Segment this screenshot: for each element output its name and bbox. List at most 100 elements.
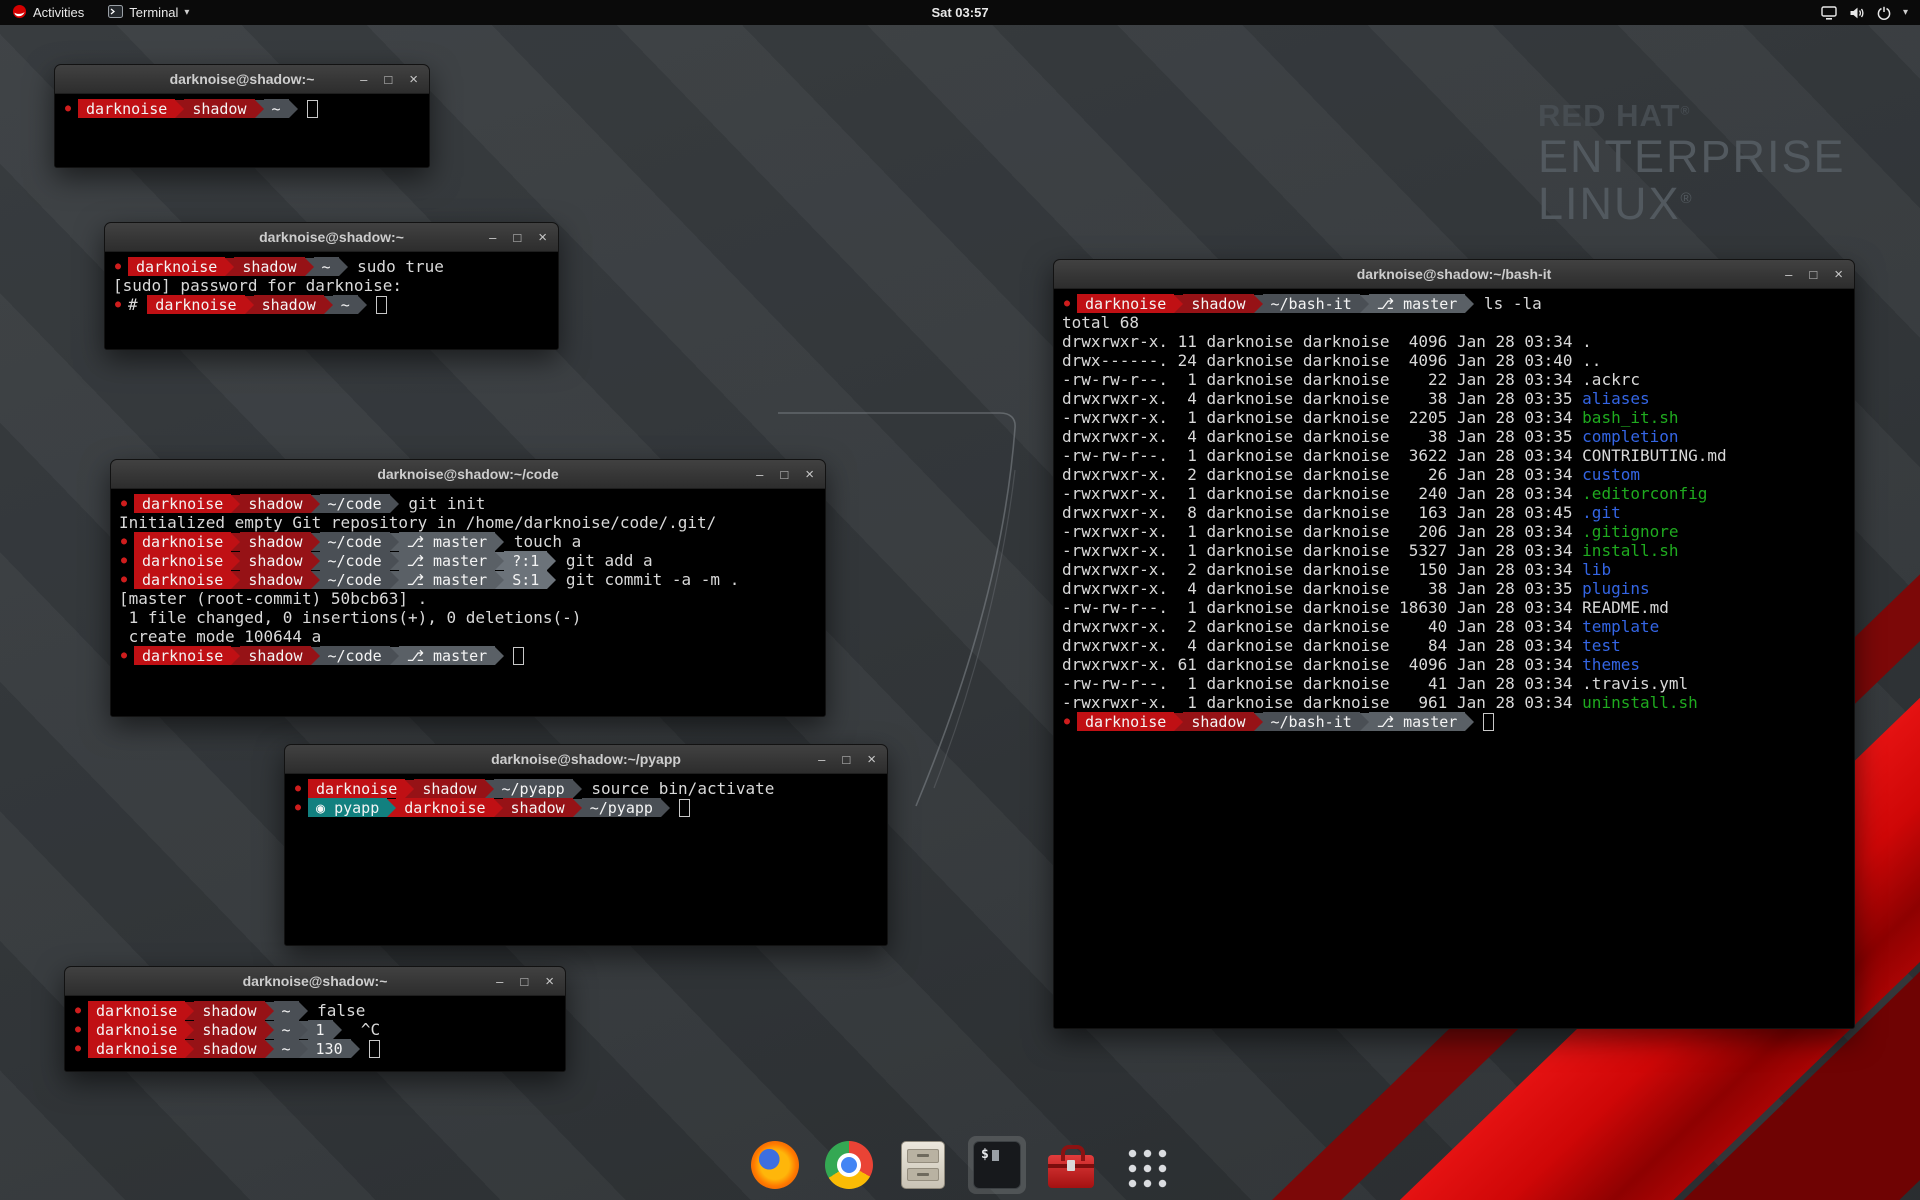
dock-toolbox-icon[interactable] bbox=[1042, 1136, 1100, 1194]
clock[interactable]: Sat 03:57 bbox=[0, 5, 1920, 20]
maximize-button[interactable]: □ bbox=[520, 975, 528, 988]
window-titlebar[interactable]: darknoise@shadow:~/bash-it – □ × bbox=[1054, 260, 1854, 289]
close-button[interactable]: × bbox=[1834, 267, 1843, 282]
terminal-cursor bbox=[376, 296, 387, 314]
close-button[interactable]: × bbox=[538, 230, 547, 245]
terminal-text: [master (root-commit) 50bcb63] . bbox=[119, 589, 427, 608]
minimize-button[interactable]: – bbox=[818, 753, 825, 766]
powerline-arrow-icon bbox=[1254, 295, 1263, 313]
minimize-button[interactable]: – bbox=[756, 468, 763, 481]
prompt-segment-user: darknoise bbox=[1077, 712, 1174, 731]
powerline-arrow-icon bbox=[245, 296, 254, 314]
close-button[interactable]: × bbox=[545, 974, 554, 989]
terminal-window[interactable]: darknoise@shadow:~ – □ × ●darknoiseshado… bbox=[54, 64, 430, 168]
terminal-window[interactable]: darknoise@shadow:~ – □ × ●darknoiseshado… bbox=[64, 966, 566, 1072]
terminal-line: ●darknoiseshadow~ bbox=[63, 99, 421, 118]
terminal-text: drwxrwxr-x. 4 darknoise darknoise 38 Jan… bbox=[1062, 427, 1582, 446]
dock-files-icon[interactable] bbox=[894, 1136, 952, 1194]
maximize-button[interactable]: □ bbox=[842, 753, 850, 766]
maximize-button[interactable]: □ bbox=[1809, 268, 1817, 281]
dock-terminal-icon[interactable]: $ bbox=[968, 1136, 1026, 1194]
terminal-line: -rwxrwxr-x. 1 darknoise darknoise 240 Ja… bbox=[1062, 484, 1846, 503]
powerline-arrow-icon bbox=[390, 552, 399, 570]
power-icon[interactable] bbox=[1877, 6, 1891, 20]
terminal-content[interactable]: ●darknoiseshadow~/pyapp source bin/activ… bbox=[285, 774, 887, 945]
terminal-line: drwxrwxr-x. 11 darknoise darknoise 4096 … bbox=[1062, 332, 1846, 351]
terminal-text: total 68 bbox=[1062, 313, 1139, 332]
powerline-arrow-icon bbox=[390, 647, 399, 665]
maximize-button[interactable]: □ bbox=[780, 468, 788, 481]
terminal-window[interactable]: darknoise@shadow:~/bash-it – □ × ●darkno… bbox=[1053, 259, 1855, 1029]
terminal-content[interactable]: ●darknoiseshadow~ bbox=[55, 94, 429, 167]
display-icon[interactable] bbox=[1821, 6, 1837, 20]
maximize-button[interactable]: □ bbox=[513, 231, 521, 244]
powerline-arrow-icon bbox=[358, 296, 367, 314]
dock-show-applications-icon[interactable] bbox=[1116, 1136, 1174, 1194]
close-button[interactable]: × bbox=[409, 72, 418, 87]
minimize-button[interactable]: – bbox=[1785, 268, 1792, 281]
window-title: darknoise@shadow:~ bbox=[259, 229, 404, 245]
powerline-arrow-icon bbox=[495, 533, 504, 551]
window-titlebar[interactable]: darknoise@shadow:~ – □ × bbox=[65, 967, 565, 996]
terminal-line: -rw-rw-r--. 1 darknoise darknoise 18630 … bbox=[1062, 598, 1846, 617]
terminal-line: drwxrwxr-x. 4 darknoise darknoise 38 Jan… bbox=[1062, 579, 1846, 598]
prompt-segment-branch: ⎇ master bbox=[399, 646, 496, 665]
window-titlebar[interactable]: darknoise@shadow:~/pyapp – □ × bbox=[285, 745, 887, 774]
brand-redhat: RED HAT® bbox=[1538, 98, 1846, 134]
powerline-arrow-icon bbox=[231, 647, 240, 665]
terminal-window[interactable]: darknoise@shadow:~ – □ × ●darknoiseshado… bbox=[104, 222, 559, 350]
powerline-arrow-icon bbox=[175, 100, 184, 118]
powerline-arrow-icon bbox=[661, 799, 670, 817]
prompt-segment-branch: ⎇ master bbox=[399, 551, 496, 570]
terminal-text: drwxrwxr-x. 8 darknoise darknoise 163 Ja… bbox=[1062, 503, 1582, 522]
window-titlebar[interactable]: darknoise@shadow:~ – □ × bbox=[105, 223, 558, 252]
prompt-segment-host: shadow bbox=[240, 646, 310, 665]
maximize-button[interactable]: □ bbox=[384, 73, 392, 86]
terminal-window[interactable]: darknoise@shadow:~/code – □ × ●darknoise… bbox=[110, 459, 826, 717]
window-titlebar[interactable]: darknoise@shadow:~/code – □ × bbox=[111, 460, 825, 489]
prompt-segment-exit: 130 bbox=[308, 1039, 351, 1058]
powerline-arrow-icon bbox=[485, 780, 494, 798]
terminal-text: -rwxrwxr-x. 1 darknoise darknoise 961 Ja… bbox=[1062, 693, 1582, 712]
dock-firefox-icon[interactable] bbox=[746, 1136, 804, 1194]
minimize-button[interactable]: – bbox=[489, 231, 496, 244]
powerline-arrow-icon bbox=[1360, 295, 1369, 313]
prompt-segment-host: shadow bbox=[240, 532, 310, 551]
terminal-text: drwxrwxr-x. 2 darknoise darknoise 150 Ja… bbox=[1062, 560, 1582, 579]
terminal-window[interactable]: darknoise@shadow:~/pyapp – □ × ●darknois… bbox=[284, 744, 888, 946]
prompt-segment-branch: ⎇ master bbox=[399, 532, 496, 551]
dock: $ bbox=[746, 1136, 1174, 1194]
terminal-text: sudo true bbox=[348, 257, 444, 276]
prompt-segment-path: ~ bbox=[333, 295, 358, 314]
close-button[interactable]: × bbox=[867, 752, 876, 767]
terminal-icon-cursor bbox=[992, 1150, 999, 1161]
prompt-segment-host: shadow bbox=[194, 1001, 264, 1020]
activities-button[interactable]: Activities bbox=[0, 0, 96, 25]
file-name: test bbox=[1582, 636, 1621, 655]
dock-chrome-icon[interactable] bbox=[820, 1136, 878, 1194]
terminal-content[interactable]: ●darknoiseshadow~/code git initInitializ… bbox=[111, 489, 825, 716]
file-name: .git bbox=[1582, 503, 1621, 522]
file-name: .travis.yml bbox=[1582, 674, 1688, 693]
terminal-content[interactable]: ●darknoiseshadow~/bash-it⎇ master ls -la… bbox=[1054, 289, 1854, 1028]
terminal-content[interactable]: ●darknoiseshadow~ false●darknoiseshadow~… bbox=[65, 996, 565, 1071]
minimize-button[interactable]: – bbox=[360, 73, 367, 86]
terminal-line: -rw-rw-r--. 1 darknoise darknoise 3622 J… bbox=[1062, 446, 1846, 465]
terminal-text: git init bbox=[399, 494, 486, 513]
powerline-arrow-icon bbox=[311, 571, 320, 589]
prompt-segment-path: ~/code bbox=[320, 532, 390, 551]
system-status-area[interactable]: ▾ bbox=[1821, 0, 1920, 25]
prompt-segment-path: ~/bash-it bbox=[1263, 712, 1360, 731]
powerline-arrow-icon bbox=[231, 495, 240, 513]
close-button[interactable]: × bbox=[805, 467, 814, 482]
app-menu-terminal[interactable]: Terminal ▾ bbox=[96, 0, 201, 25]
volume-icon[interactable] bbox=[1849, 6, 1865, 20]
terminal-line: -rwxrwxr-x. 1 darknoise darknoise 961 Ja… bbox=[1062, 693, 1846, 712]
window-titlebar[interactable]: darknoise@shadow:~ – □ × bbox=[55, 65, 429, 94]
minimize-button[interactable]: – bbox=[496, 975, 503, 988]
terminal-line: ●darknoiseshadow~/bash-it⎇ master bbox=[1062, 712, 1846, 731]
powerline-arrow-icon bbox=[299, 1021, 308, 1039]
powerline-arrow-icon bbox=[351, 1040, 360, 1058]
terminal-content[interactable]: ●darknoiseshadow~ sudo true[sudo] passwo… bbox=[105, 252, 558, 349]
terminal-text: drwxrwxr-x. 4 darknoise darknoise 38 Jan… bbox=[1062, 389, 1582, 408]
